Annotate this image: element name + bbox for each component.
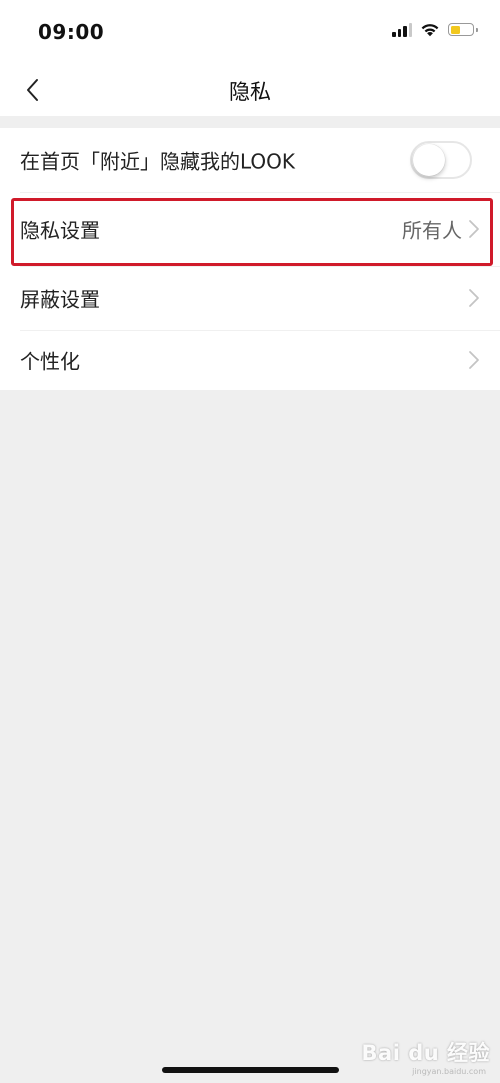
- chevron-right-icon: [469, 220, 479, 238]
- chevron-right-icon: [469, 289, 479, 307]
- setting-label-privacy: 隐私设置: [20, 218, 100, 243]
- setting-label-personalization: 个性化: [20, 349, 80, 374]
- page-title: 隐私: [229, 80, 271, 104]
- setting-label-hide-nearby: 在首页「附近」隐藏我的LOOK: [20, 149, 296, 174]
- toggle-knob: [413, 144, 445, 176]
- home-indicator: [162, 1067, 339, 1073]
- hide-nearby-toggle[interactable]: [410, 141, 472, 179]
- status-icons: [392, 22, 478, 37]
- watermark-sub: jingyan.baidu.com: [412, 1067, 486, 1076]
- chevron-right-icon: [469, 351, 479, 369]
- setting-label-block: 屏蔽设置: [20, 287, 100, 312]
- cellular-signal-icon: [392, 22, 412, 37]
- battery-icon: [448, 23, 478, 36]
- battery-level: [450, 25, 460, 34]
- setting-value-privacy: 所有人: [402, 218, 462, 243]
- status-time: 09:00: [38, 20, 105, 44]
- wifi-icon: [421, 24, 439, 37]
- nav-bar: 隐私: [0, 64, 500, 116]
- status-bar: 09:00: [0, 0, 500, 64]
- setting-row-block[interactable]: 屏蔽设置: [0, 266, 500, 330]
- settings-list: 在首页「附近」隐藏我的LOOK 隐私设置 所有人 屏蔽设置 个性化: [0, 128, 500, 390]
- watermark: Bai du 经验 jingyan.baidu.com: [361, 1037, 490, 1076]
- watermark-text: Bai du 经验: [361, 1041, 490, 1065]
- setting-row-personalization[interactable]: 个性化: [0, 330, 500, 390]
- setting-row-privacy[interactable]: 隐私设置 所有人: [0, 192, 500, 266]
- setting-row-hide-nearby: 在首页「附近」隐藏我的LOOK: [0, 128, 500, 192]
